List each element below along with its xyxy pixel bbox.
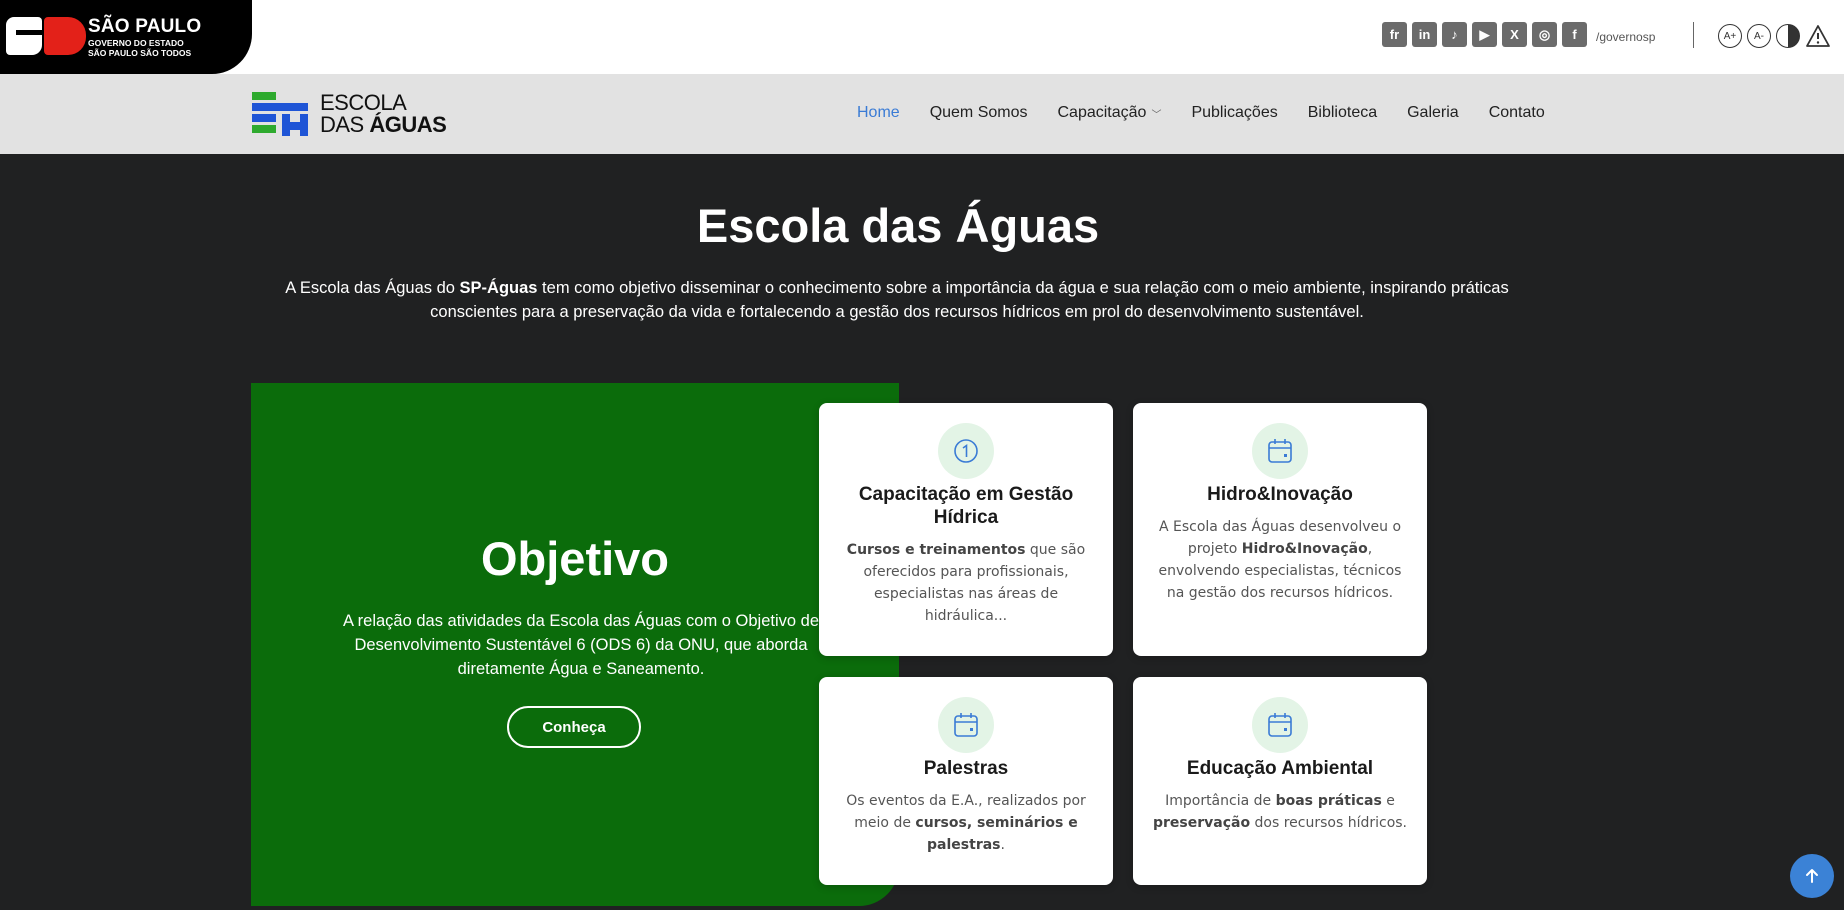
card-text-bold: boas práticas [1275, 793, 1382, 809]
nav-biblioteca[interactable]: Biblioteca [1308, 104, 1377, 122]
facebook-icon[interactable]: f [1562, 22, 1587, 47]
card-text-bold: cursos, seminários e palestras [915, 815, 1078, 853]
card-text-mid: e [1381, 793, 1395, 809]
calendar-icon [938, 697, 994, 753]
flickr-icon[interactable]: fr [1382, 22, 1407, 47]
calendar-icon [1252, 423, 1308, 479]
tiktok-icon[interactable]: ♪ [1442, 22, 1467, 47]
font-decrease-button[interactable]: A- [1747, 24, 1771, 48]
card-title: Capacitação em Gestão Hídrica [858, 484, 1074, 528]
calendar-icon [1252, 697, 1308, 753]
nav-home-label: Home [857, 104, 900, 121]
objective-text: A relação das atividades da Escola das Á… [342, 612, 820, 678]
logo-line1: ESCOLA [320, 90, 407, 115]
nav-capacitacao[interactable]: Capacitação ﹀ [1058, 104, 1162, 122]
arrow-up-icon [1806, 869, 1818, 883]
hero-desc-post: tem como objetivo disseminar o conhecime… [430, 279, 1509, 321]
hero-description: A Escola das Águas do SP-Águas tem como … [252, 276, 1542, 324]
card-title: Educação Ambiental [1186, 758, 1374, 779]
gov-top-bar: SÃO PAULO GOVERNO DO ESTADO SÃO PAULO SÃ… [0, 0, 1844, 74]
nav-quem-somos-label: Quem Somos [929, 104, 1028, 121]
conheca-button[interactable]: Conheça [507, 706, 641, 748]
gov-slogan: SÃO PAULO SÃO TODOS [88, 48, 192, 58]
instagram-icon[interactable]: ◎ [1532, 22, 1557, 47]
nav-contato-label: Contato [1488, 104, 1545, 121]
hero-desc-pre: A Escola das Águas do [285, 279, 460, 297]
logo-line2-bold: ÁGUAS [369, 112, 447, 137]
linkedin-icon[interactable]: in [1412, 22, 1437, 47]
divider [1693, 22, 1694, 48]
gov-subtitle: GOVERNO DO ESTADO [88, 37, 184, 48]
nav-biblioteca-label: Biblioteca [1307, 104, 1378, 121]
card-title: Hidro&Inovação [1207, 484, 1353, 505]
card-educacao-ambiental[interactable]: Educação Ambiental Importância de boas p… [1133, 677, 1427, 885]
escola-logo-icon [252, 92, 308, 136]
card-text: Importância de boas práticas e preservaç… [1151, 790, 1409, 834]
main-nav: Home Quem Somos Capacitação ﹀ Publicações… [857, 104, 1575, 122]
chevron-down-icon: ﹀ [1151, 109, 1162, 121]
objective-title: Objetivo [480, 532, 670, 585]
card-title: Palestras [923, 758, 1009, 779]
nav-capacitacao-label: Capacitação [1057, 104, 1147, 121]
social-links: fr in ♪ ▶ X ◎ f [1382, 22, 1587, 47]
escola-das-aguas-logo[interactable]: ESCOLA DAS ÁGUAS [252, 90, 447, 137]
card-text-bold: Cursos e treinamentos [846, 542, 1026, 558]
card-text-rest: dos recursos hídricos. [1250, 815, 1408, 831]
youtube-icon[interactable]: ▶ [1472, 22, 1497, 47]
sp-mark-icon [6, 17, 86, 57]
warning-icon[interactable] [1805, 24, 1831, 48]
card-text: Os eventos da E.A., realizados por meio … [837, 790, 1095, 856]
nav-quem-somos[interactable]: Quem Somos [930, 104, 1028, 122]
card-text-bold: Hidro&Inovação [1241, 541, 1368, 557]
card-text-rest: . [1000, 837, 1005, 853]
sao-paulo-gov-logo[interactable]: SÃO PAULO GOVERNO DO ESTADO SÃO PAULO SÃ… [0, 0, 252, 74]
x-icon[interactable]: X [1502, 22, 1527, 47]
nav-galeria-label: Galeria [1407, 104, 1459, 121]
nav-contato[interactable]: Contato [1489, 104, 1545, 122]
font-increase-button[interactable]: A+ [1718, 24, 1742, 48]
accessibility-tools: A+ A- [1718, 24, 1831, 48]
site-header: ESCOLA DAS ÁGUAS Home Quem Somos Capacit… [0, 74, 1844, 154]
nav-publicacoes-label: Publicações [1191, 104, 1278, 121]
card-palestras[interactable]: Palestras Os eventos da E.A., realizados… [819, 677, 1113, 885]
card-hidro-inovacao[interactable]: Hidro&Inovação A Escola das Águas desenv… [1133, 403, 1427, 656]
objective-panel: Objetivo A relação das atividades da Esc… [251, 383, 899, 906]
nav-galeria[interactable]: Galeria [1407, 104, 1459, 122]
contrast-icon[interactable] [1776, 24, 1800, 48]
nav-publicacoes[interactable]: Publicações [1191, 104, 1277, 122]
card-text: A Escola das Águas desenvolveu o projeto… [1151, 516, 1409, 604]
card-text-pre: Importância de [1165, 793, 1276, 809]
hero-desc-bold: SP-Águas [459, 279, 538, 297]
back-to-top-button[interactable] [1790, 854, 1834, 898]
card-text-bold2: preservação [1152, 815, 1251, 831]
gov-state-name: SÃO PAULO [88, 15, 202, 37]
number-one-icon [938, 423, 994, 479]
page-title: Escola das Águas [696, 199, 1100, 252]
nav-home[interactable]: Home [857, 104, 900, 122]
card-capacitacao[interactable]: Capacitação em Gestão Hídrica Cursos e t… [819, 403, 1113, 656]
logo-line2-prefix: DAS [320, 112, 370, 137]
card-text: Cursos e treinamentos que são oferecidos… [837, 539, 1095, 627]
social-handle: /governosp [1596, 30, 1656, 44]
